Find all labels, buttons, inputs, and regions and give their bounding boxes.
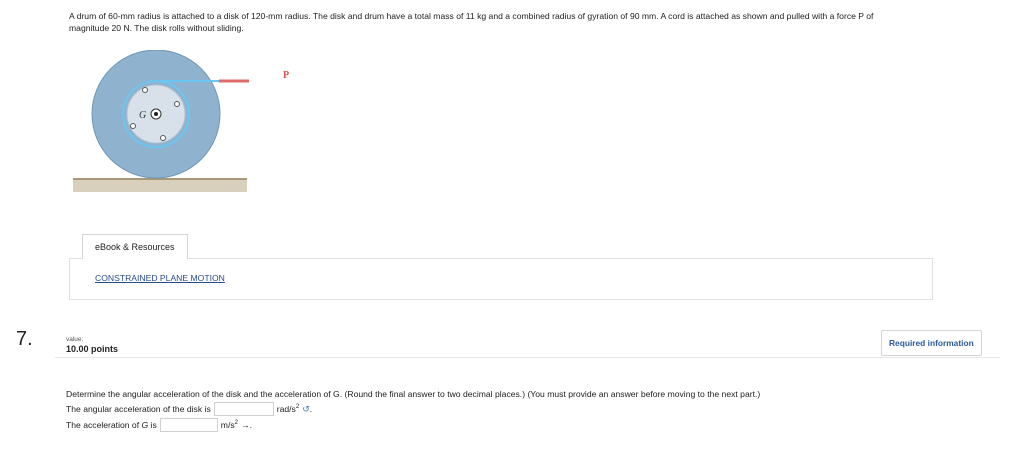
unit-text: rad/s (276, 404, 296, 414)
period: . (309, 404, 313, 414)
counterclockwise-arrow-icon: ↺ (302, 403, 310, 414)
required-information-button[interactable]: Required information (881, 330, 982, 356)
acceleration-g-row: The acceleration of G is m/s2 →. (66, 418, 252, 432)
disk-drum-diagram: G (73, 50, 249, 192)
center-label: G (139, 110, 146, 121)
bolt (174, 101, 180, 107)
bolt (142, 87, 148, 93)
problem-line-2: magnitude 20 N. The disk rolls without s… (69, 23, 244, 33)
question-number: 7. (16, 328, 33, 350)
ground-surface (73, 178, 247, 192)
problem-statement: A drum of 60-mm radius is attached to a … (69, 10, 999, 34)
unit-exponent: 2 (295, 404, 300, 411)
acceleration-g-unit: m/s2 (221, 420, 238, 430)
tab-ebook-resources[interactable]: eBook & Resources (82, 234, 188, 259)
label-var: G (141, 420, 149, 430)
center-mark-dot (154, 112, 158, 116)
constrained-plane-motion-link[interactable]: CONSTRAINED PLANE MOTION (95, 273, 225, 283)
value-label: value: (66, 336, 84, 343)
acceleration-g-label: The acceleration of G is (66, 420, 157, 430)
bolt (130, 123, 136, 129)
unit-exponent: 2 (234, 420, 238, 427)
bolt (160, 135, 166, 141)
angular-acceleration-unit: rad/s2 (277, 404, 299, 414)
problem-figure: G (69, 50, 249, 208)
acceleration-g-input[interactable] (159, 418, 218, 432)
force-label: P (283, 70, 290, 81)
angular-acceleration-label: The angular acceleration of the disk is (66, 404, 211, 414)
divider (55, 357, 1000, 358)
right-arrow-icon: →. (240, 420, 252, 430)
angular-acceleration-input[interactable] (213, 402, 274, 416)
unit-text: m/s (220, 420, 235, 430)
instructions: Determine the angular acceleration of th… (66, 389, 761, 399)
points-value: 10.00 points (66, 344, 119, 354)
angular-acceleration-row: The angular acceleration of the disk is … (66, 402, 312, 416)
label-suffix: is (150, 420, 157, 430)
problem-line-1: A drum of 60-mm radius is attached to a … (69, 11, 874, 21)
label-prefix: The acceleration of (66, 420, 140, 430)
resources-panel: CONSTRAINED PLANE MOTION (69, 258, 933, 300)
